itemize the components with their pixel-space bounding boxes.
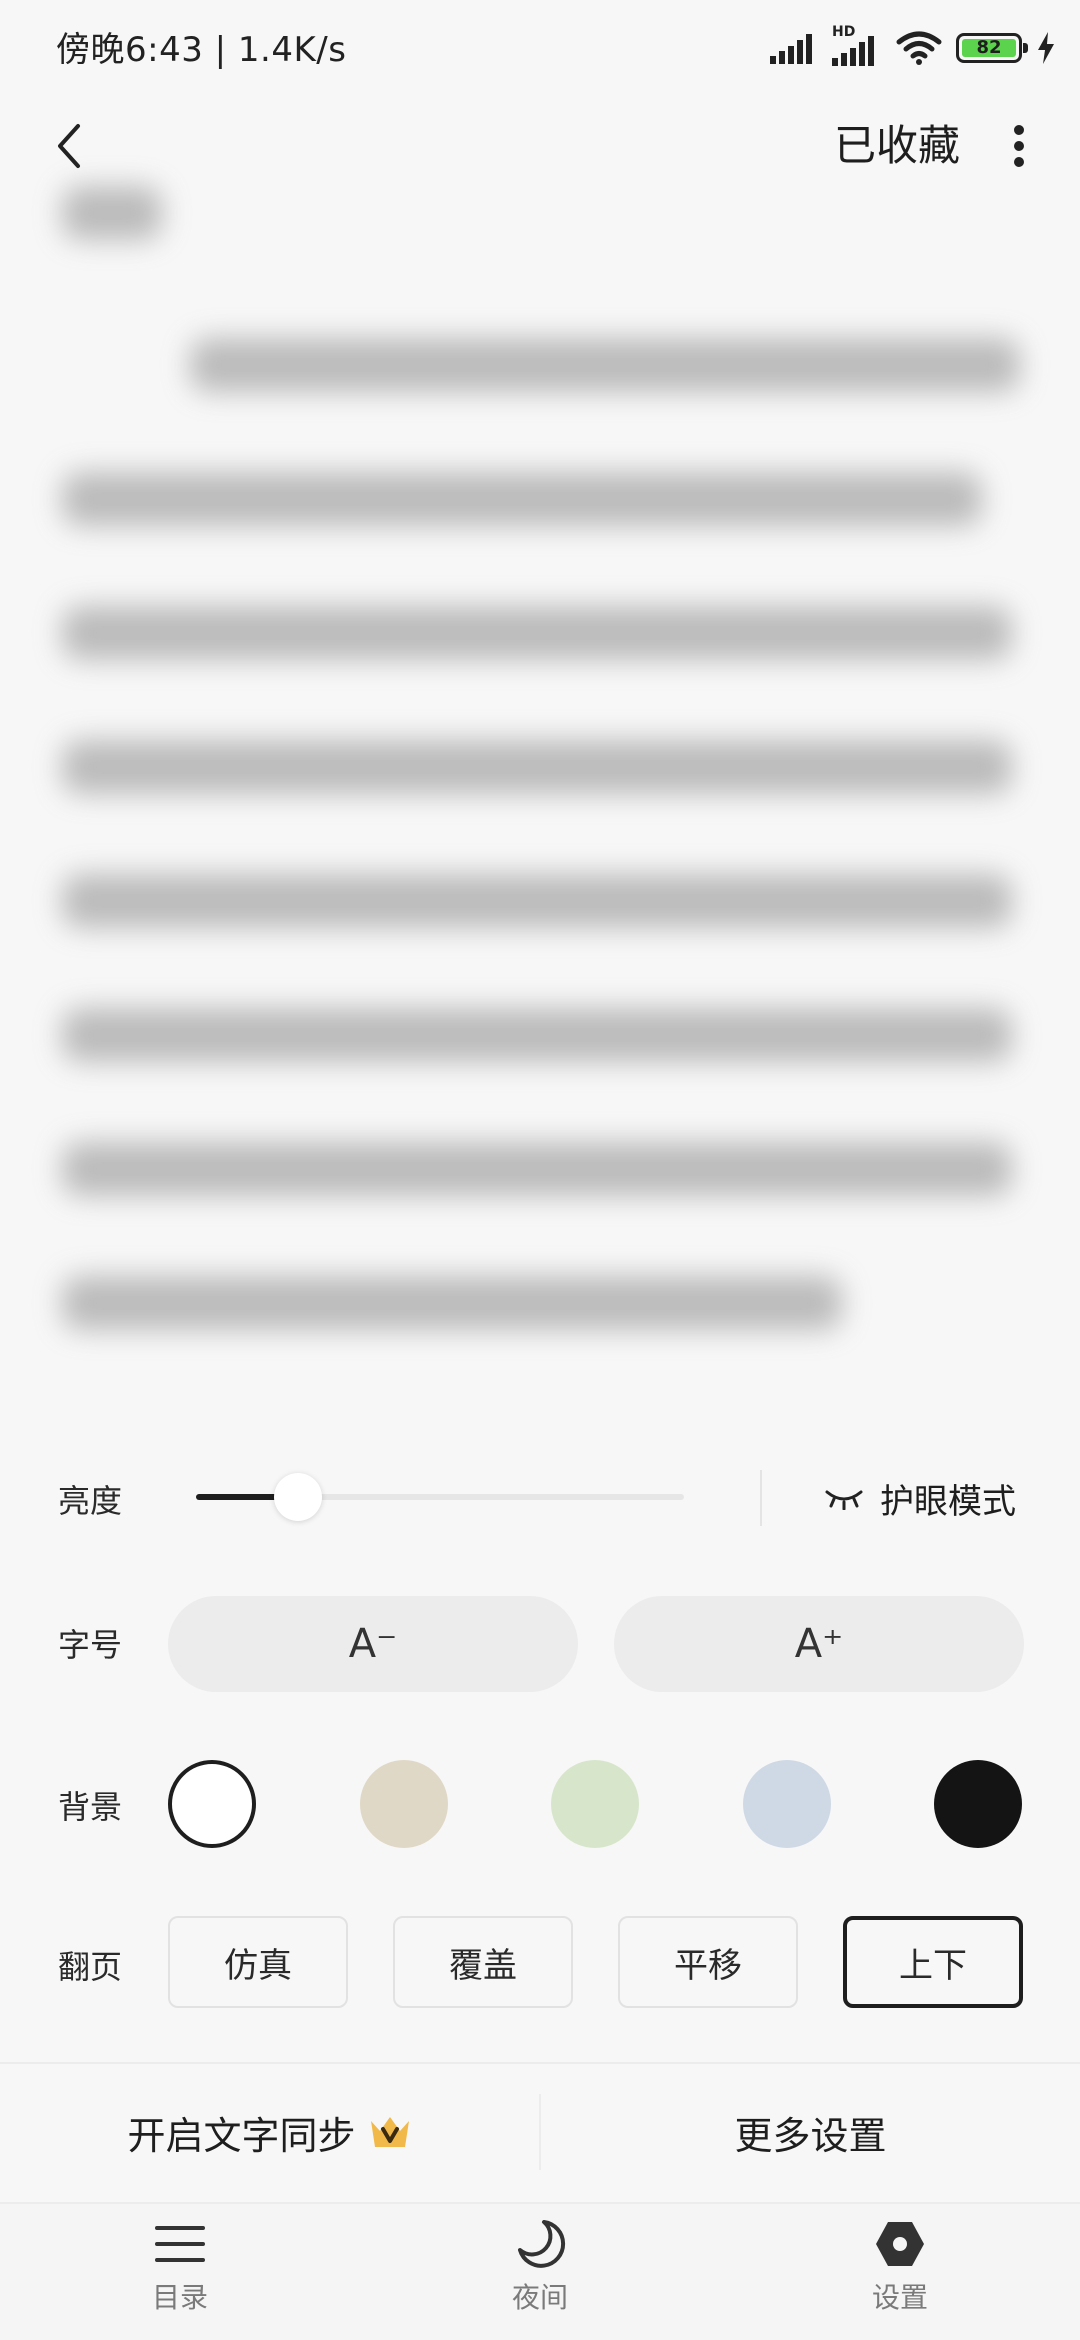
tab-night-mode-label: 夜间 xyxy=(511,2281,568,2314)
brightness-divider xyxy=(760,1470,762,1526)
background-option-white[interactable] xyxy=(168,1760,256,1848)
brightness-slider[interactable] xyxy=(196,1473,684,1521)
blurred-text-line xyxy=(190,338,1020,392)
blurred-text-line xyxy=(62,186,162,240)
tab-catalog[interactable]: 目录 xyxy=(80,2218,280,2338)
page-turn-cover-button[interactable]: 覆盖 xyxy=(393,1916,573,2008)
blurred-text-line xyxy=(62,472,982,526)
tab-settings[interactable]: 设置 xyxy=(800,2218,1000,2338)
font-increase-button[interactable]: A⁺ xyxy=(614,1596,1024,1692)
background-label: 背景 xyxy=(58,1788,123,1826)
page-turn-simulate-button[interactable]: 仿真 xyxy=(168,1916,348,2008)
status-time-speed: 傍晚6:43 | 1.4K/s xyxy=(56,30,347,70)
top-nav: 已收藏 xyxy=(0,96,1080,196)
moon-icon xyxy=(518,2220,566,2268)
bottom-tab-bar: 目录 夜间 设置 xyxy=(0,2204,1080,2340)
tab-night-mode[interactable]: 夜间 xyxy=(440,2218,640,2338)
more-options-button[interactable] xyxy=(984,108,1054,184)
page-turn-slide-button[interactable]: 平移 xyxy=(618,1916,798,2008)
reading-settings-panel: 亮度 护眼模式 字号 A⁻ A⁺ 背景 翻页 仿真 覆盖 平移 上下 xyxy=(0,1430,1080,2066)
reader-screen: 傍晚6:43 | 1.4K/s HD 82 已收藏 亮度 护眼模式 字号 A⁻ … xyxy=(0,0,1080,2340)
font-size-label: 字号 xyxy=(58,1626,123,1664)
page-turn-label: 翻页 xyxy=(58,1948,123,1986)
more-vertical-icon xyxy=(1014,125,1024,167)
tab-settings-label: 设置 xyxy=(871,2281,928,2314)
eye-care-mode-button[interactable]: 护眼模式 xyxy=(824,1468,1016,1528)
blurred-text-line xyxy=(62,1008,1012,1062)
page-turn-scroll-button[interactable]: 上下 xyxy=(843,1916,1023,2008)
background-option-black[interactable] xyxy=(934,1760,1022,1848)
collected-button[interactable]: 已收藏 xyxy=(834,108,960,184)
menu-icon xyxy=(155,2226,205,2262)
background-option-green[interactable] xyxy=(551,1760,639,1848)
eye-closed-icon xyxy=(825,1490,863,1510)
brightness-slider-thumb[interactable] xyxy=(274,1473,323,1521)
text-sync-button[interactable]: 开启文字同步 xyxy=(0,2064,539,2200)
extra-actions: 开启文字同步 更多设置 xyxy=(0,2064,1080,2200)
blurred-text-line xyxy=(62,740,1012,794)
wifi-icon xyxy=(896,31,942,65)
status-bar: 傍晚6:43 | 1.4K/s HD 82 xyxy=(0,0,1080,96)
settings-hex-icon xyxy=(876,2222,924,2266)
text-sync-label: 开启文字同步 xyxy=(127,2113,356,2158)
background-option-blue[interactable] xyxy=(743,1760,831,1848)
background-option-beige[interactable] xyxy=(360,1760,448,1848)
battery-icon: 82 xyxy=(956,33,1028,63)
vip-crown-icon xyxy=(370,2117,409,2147)
blurred-text-line xyxy=(62,1276,842,1330)
blurred-text-line xyxy=(62,1142,1012,1196)
font-decrease-button[interactable]: A⁻ xyxy=(168,1596,578,1692)
eye-care-mode-label: 护眼模式 xyxy=(880,1481,1016,1522)
battery-level: 82 xyxy=(962,39,1016,57)
blurred-text-line xyxy=(62,874,1012,928)
status-icons: HD 82 xyxy=(770,24,1056,70)
charging-icon xyxy=(1038,32,1054,64)
reader-content-blurred xyxy=(0,186,1080,1386)
hd-signal-icon: HD xyxy=(832,24,882,68)
more-settings-button[interactable]: 更多设置 xyxy=(541,2064,1080,2200)
brightness-label: 亮度 xyxy=(58,1482,123,1520)
blurred-text-line xyxy=(62,606,1012,660)
tab-catalog-label: 目录 xyxy=(151,2281,208,2314)
back-button[interactable] xyxy=(34,108,104,184)
chevron-left-icon xyxy=(58,124,80,168)
signal-icon xyxy=(770,34,812,64)
